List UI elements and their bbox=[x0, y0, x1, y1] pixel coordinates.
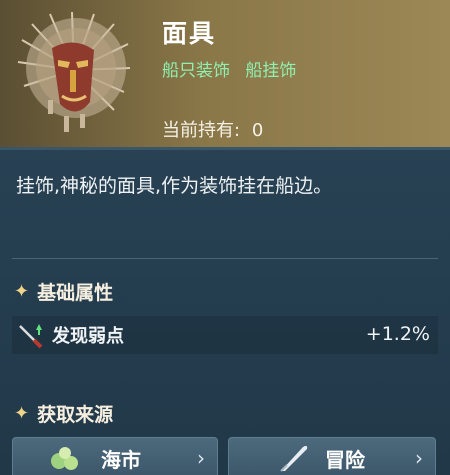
sparkle-icon: ✦ bbox=[14, 281, 30, 302]
owned-value: 0 bbox=[251, 120, 264, 141]
sparkle-icon: ✦ bbox=[14, 403, 30, 424]
attribute-name: 发现弱点 bbox=[52, 326, 124, 347]
section-title-label: 获取来源 bbox=[37, 404, 114, 426]
owned-label: 当前持有: bbox=[162, 120, 241, 141]
sources-title: ✦ 获取来源 bbox=[14, 400, 113, 427]
base-attributes-title: ✦ 基础属性 bbox=[14, 278, 113, 305]
market-goods-icon bbox=[51, 447, 78, 470]
source-button-market[interactable]: 海市 › bbox=[12, 437, 218, 475]
item-detail-card: 面具 船只装饰 船挂饰 当前持有: 0 挂饰,神秘的面具,作为装饰挂在船边。 ✦… bbox=[0, 0, 450, 475]
chevron-right-icon: › bbox=[415, 446, 423, 470]
quill-icon bbox=[280, 445, 308, 472]
source-button-adventure[interactable]: 冒险 › bbox=[228, 437, 436, 475]
item-tags: 船只装饰 船挂饰 bbox=[162, 56, 306, 81]
spear-icon bbox=[19, 324, 43, 349]
tribal-mask-icon bbox=[17, 11, 131, 132]
attribute-row: 发现弱点 +1.2% bbox=[12, 316, 438, 354]
source-button-label: 冒险 bbox=[325, 447, 365, 472]
owned-count: 当前持有: 0 bbox=[162, 116, 263, 142]
item-tag: 船只装饰 bbox=[162, 61, 230, 81]
source-button-label: 海市 bbox=[101, 447, 141, 472]
attribute-value: +1.2% bbox=[365, 323, 430, 345]
item-header: 面具 船只装饰 船挂饰 当前持有: 0 bbox=[0, 0, 450, 150]
item-tag: 船挂饰 bbox=[245, 61, 297, 81]
item-title: 面具 bbox=[162, 19, 217, 48]
section-title-label: 基础属性 bbox=[37, 282, 114, 304]
item-description: 挂饰,神秘的面具,作为装饰挂在船边。 bbox=[16, 175, 333, 197]
chevron-right-icon: › bbox=[197, 446, 205, 470]
divider bbox=[12, 258, 438, 259]
